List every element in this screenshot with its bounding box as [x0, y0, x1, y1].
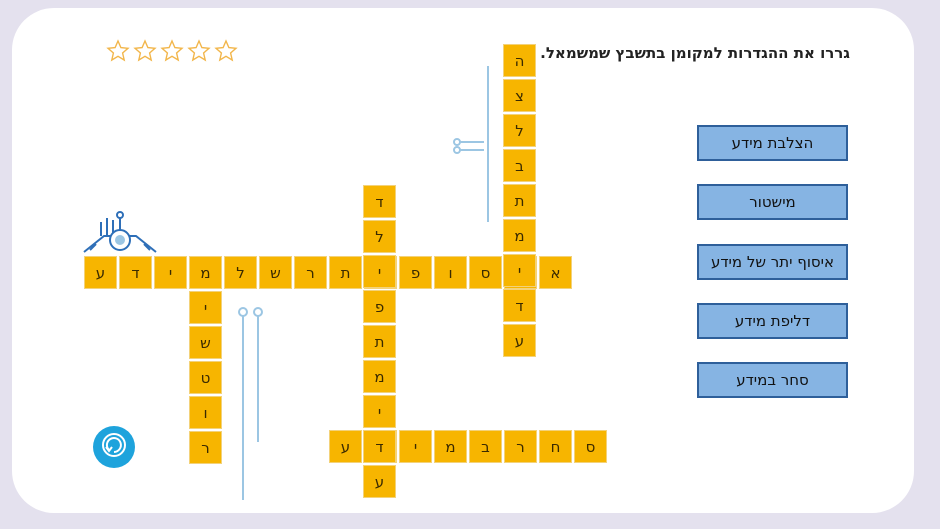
crossword-cell: א	[539, 256, 572, 289]
crossword-cell: ע	[503, 324, 536, 357]
crossword-cell: ד	[363, 430, 396, 463]
crossword-cell: ל	[503, 114, 536, 147]
clue-card-2[interactable]: מישטור	[697, 184, 848, 220]
crossword-cell: י	[503, 254, 536, 287]
crossword-cell: צ	[503, 79, 536, 112]
crossword-cell: ב	[503, 149, 536, 182]
crossword-cell: י	[363, 395, 396, 428]
crossword-cell: ו	[189, 396, 222, 429]
reset-button[interactable]	[93, 426, 135, 468]
clue-card-4[interactable]: דליפת מידע	[697, 303, 848, 339]
crossword-cell: י	[399, 430, 432, 463]
crossword-cell: ר	[294, 256, 327, 289]
crossword-cell: ס	[574, 430, 607, 463]
crossword-cell: פ	[399, 256, 432, 289]
crossword-cell: ט	[189, 361, 222, 394]
crossword-cell: ה	[503, 44, 536, 77]
crossword-cell: ש	[259, 256, 292, 289]
crossword-cell: מ	[434, 430, 467, 463]
crossword-cell: ל	[224, 256, 257, 289]
crossword-cell: ר	[504, 430, 537, 463]
crossword-cell: ח	[539, 430, 572, 463]
crossword-cell: ע	[329, 430, 362, 463]
crossword-cell: ת	[329, 256, 362, 289]
crossword-cell: ע	[363, 465, 396, 498]
clue-card-5[interactable]: סחר במידע	[697, 362, 848, 398]
crossword-cell: ד	[363, 185, 396, 218]
crossword-cell: ת	[503, 184, 536, 217]
reset-icon	[99, 430, 129, 464]
crossword-cell: מ	[189, 256, 222, 289]
crossword-cell: פ	[363, 290, 396, 323]
crossword-cell: מ	[503, 219, 536, 252]
crossword-cell: ס	[469, 256, 502, 289]
crossword-cell: י	[154, 256, 187, 289]
clue-card-1[interactable]: הצלבת מידע	[697, 125, 848, 161]
crossword-cell: ת	[363, 325, 396, 358]
crossword-cell: ב	[469, 430, 502, 463]
crossword-cell: ר	[189, 431, 222, 464]
crossword-cell: ד	[119, 256, 152, 289]
crossword-cell: ש	[189, 326, 222, 359]
clue-card-3[interactable]: איסוף יתר של מידע	[697, 244, 848, 280]
crossword-cell: ע	[84, 256, 117, 289]
crossword-cell: י	[189, 291, 222, 324]
crossword-cell: ד	[503, 289, 536, 322]
crossword-cell: ו	[434, 256, 467, 289]
crossword-cell: ל	[363, 220, 396, 253]
crossword-cell: י	[363, 255, 396, 288]
crossword-cell: מ	[363, 360, 396, 393]
